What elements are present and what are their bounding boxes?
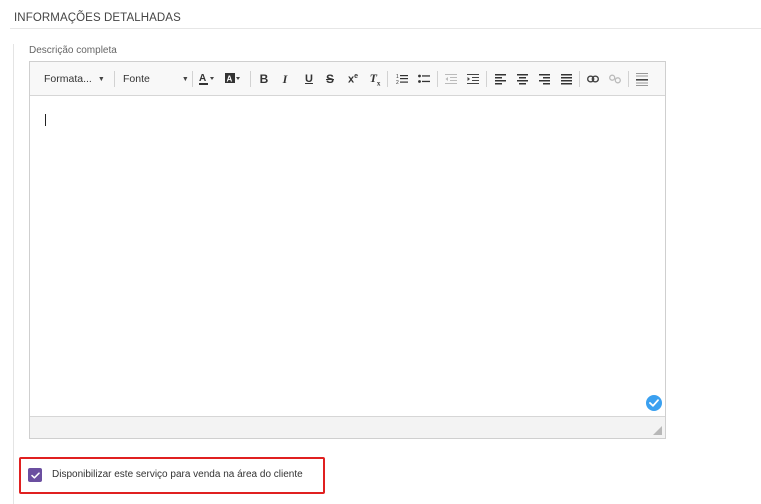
bullet-list-icon (418, 74, 430, 83)
toolbar-separator (628, 71, 629, 87)
toolbar-separator (192, 71, 193, 87)
bullet-list-button[interactable] (416, 62, 432, 96)
align-right-icon (538, 73, 550, 84)
align-center-icon (516, 73, 528, 84)
section-title: INFORMAÇÕES DETALHADAS (14, 12, 181, 24)
format-dropdown[interactable]: Formata... ▼ (44, 69, 108, 89)
unlink-icon (609, 74, 621, 84)
link-button[interactable] (585, 62, 601, 96)
align-right-button[interactable] (536, 62, 552, 96)
resize-handle-icon[interactable] (653, 426, 662, 435)
outdent-button[interactable] (443, 62, 459, 96)
toolbar-separator (387, 71, 388, 87)
svg-text:A: A (227, 75, 233, 84)
bold-button[interactable]: B (257, 62, 271, 96)
clear-format-button[interactable]: Tx (367, 62, 383, 96)
link-icon (587, 75, 599, 83)
align-left-icon (494, 73, 506, 84)
clear-format-icon: Tx (369, 70, 381, 88)
font-dropdown-label: Fonte (123, 73, 150, 85)
align-left-button[interactable] (492, 62, 508, 96)
superscript-icon: xe (347, 72, 359, 86)
align-justify-icon (560, 73, 572, 84)
horizontal-rule-button[interactable] (634, 62, 650, 96)
section-divider (10, 28, 761, 29)
chevron-down-icon: ▼ (181, 75, 189, 83)
numbered-list-icon: 1 2 (396, 74, 408, 85)
field-label: Descrição completa (29, 45, 117, 56)
text-color-icon: A (199, 73, 214, 85)
rich-text-editor[interactable]: Formata... ▼ Fonte ▼ A A B I U S xe Tx 1… (29, 61, 666, 439)
sell-in-client-area-checkbox[interactable] (28, 468, 42, 482)
checkbox-label[interactable]: Disponibilizar este serviço para venda n… (52, 469, 303, 480)
font-dropdown[interactable]: Fonte ▼ (123, 69, 189, 89)
outdent-icon (445, 74, 457, 84)
chevron-down-icon: ▼ (97, 75, 105, 83)
background-color-button[interactable]: A (223, 62, 243, 96)
editor-status-bar (30, 416, 665, 438)
underline-button[interactable]: U (302, 62, 316, 96)
text-color-button[interactable]: A (197, 62, 217, 96)
unlink-button[interactable] (607, 62, 623, 96)
svg-text:A: A (199, 73, 206, 84)
italic-button[interactable]: I (278, 62, 292, 96)
superscript-button[interactable]: xe (345, 62, 361, 96)
background-color-icon: A (225, 73, 240, 84)
horizontal-rule-icon (636, 72, 648, 86)
format-dropdown-label: Formata... (44, 73, 92, 85)
checkmark-icon (30, 471, 40, 479)
toolbar-separator (437, 71, 438, 87)
toolbar-separator (250, 71, 251, 87)
align-center-button[interactable] (514, 62, 530, 96)
spellcheck-badge[interactable] (646, 395, 662, 411)
toolbar-separator (486, 71, 487, 87)
numbered-list-button[interactable]: 1 2 (394, 62, 410, 96)
left-guide-line (13, 44, 14, 504)
toolbar-separator (114, 71, 115, 87)
editor-content-area[interactable] (30, 97, 665, 416)
svg-text:2: 2 (396, 80, 399, 85)
indent-icon (467, 74, 479, 84)
align-justify-button[interactable] (558, 62, 574, 96)
toolbar-separator (579, 71, 580, 87)
editor-toolbar: Formata... ▼ Fonte ▼ A A B I U S xe Tx 1… (30, 62, 665, 96)
indent-button[interactable] (465, 62, 481, 96)
text-cursor (45, 114, 46, 126)
checkmark-icon (649, 399, 659, 407)
strikethrough-button[interactable]: S (323, 62, 337, 96)
